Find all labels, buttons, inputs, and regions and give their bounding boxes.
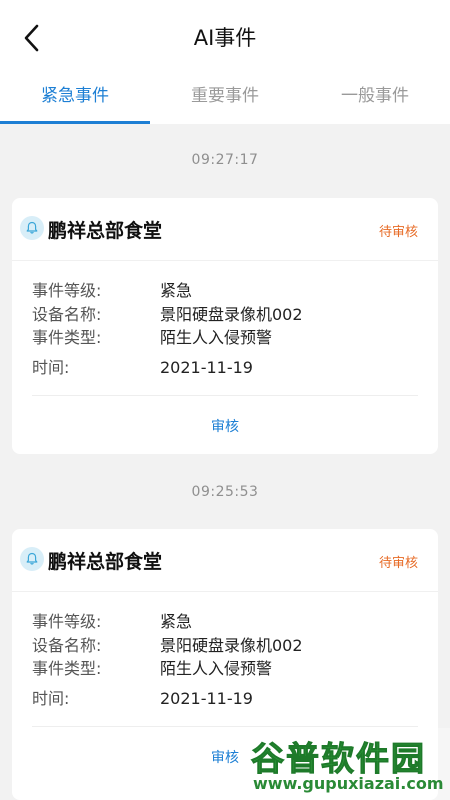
bell-icon — [20, 216, 44, 240]
event-time: 09:27:17 — [191, 152, 259, 168]
event-card: 鹏祥总部食堂 待审核 事件等级: 紧急 设备名称: 景阳硬盘录像机002 事件类… — [12, 198, 438, 454]
event-time: 09:25:53 — [191, 484, 259, 500]
field-label: 时间: — [32, 688, 70, 708]
card-header: 鹏祥总部食堂 待审核 — [12, 198, 438, 261]
review-button[interactable]: 审核 — [211, 416, 239, 436]
field-level: 事件等级: 紧急 — [32, 279, 418, 303]
card-footer: 审核 — [32, 395, 418, 455]
field-type: 事件类型: 陌生人入侵预警 — [32, 326, 418, 350]
field-value: 景阳硬盘录像机002 — [160, 304, 303, 324]
card-header: 鹏祥总部食堂 待审核 — [12, 529, 438, 592]
tab-general[interactable]: 一般事件 — [300, 70, 450, 124]
page-title: AI事件 — [193, 26, 257, 50]
status-badge: 待审核 — [378, 225, 418, 240]
field-value: 紧急 — [160, 612, 193, 631]
field-time: 时间: 2021-11-19 — [32, 687, 418, 711]
top-bar: AI事件 紧急事件 重要事件 一般事件 — [0, 0, 450, 124]
bell-icon — [20, 547, 44, 571]
location-name: 鹏祥总部食堂 — [48, 551, 163, 573]
watermark: 谷普软件园 www.gupuxiazai.com — [245, 728, 450, 800]
event-details: 事件等级: 紧急 设备名称: 景阳硬盘录像机002 事件类型: 陌生人入侵预警 … — [12, 261, 438, 379]
field-label: 设备名称: — [32, 304, 102, 324]
field-label: 事件类型: — [32, 659, 102, 678]
field-value: 2021-11-19 — [160, 688, 253, 708]
field-label: 设备名称: — [32, 635, 102, 655]
field-type: 事件类型: 陌生人入侵预警 — [32, 657, 418, 681]
field-time: 时间: 2021-11-19 — [32, 356, 418, 380]
field-value: 紧急 — [160, 281, 193, 300]
tab-urgent[interactable]: 紧急事件 — [0, 70, 150, 124]
field-value: 景阳硬盘录像机002 — [160, 635, 303, 655]
watermark-text: 谷普软件园 — [251, 739, 426, 779]
field-value: 陌生人入侵预警 — [160, 659, 273, 678]
field-device: 设备名称: 景阳硬盘录像机002 — [32, 303, 418, 327]
field-label: 事件等级: — [32, 281, 102, 300]
field-value: 陌生人入侵预警 — [160, 328, 273, 347]
field-label: 事件等级: — [32, 612, 102, 631]
tab-important[interactable]: 重要事件 — [150, 70, 300, 124]
field-value: 2021-11-19 — [160, 357, 253, 377]
field-label: 时间: — [32, 357, 70, 377]
field-label: 事件类型: — [32, 328, 102, 347]
status-badge: 待审核 — [378, 556, 418, 571]
field-level: 事件等级: 紧急 — [32, 610, 418, 634]
review-button[interactable]: 审核 — [211, 747, 239, 767]
watermark-url: www.gupuxiazai.com — [253, 774, 444, 793]
field-device: 设备名称: 景阳硬盘录像机002 — [32, 634, 418, 658]
event-details: 事件等级: 紧急 设备名称: 景阳硬盘录像机002 事件类型: 陌生人入侵预警 … — [12, 592, 438, 710]
tab-bar: 紧急事件 重要事件 一般事件 — [0, 70, 450, 124]
location-name: 鹏祥总部食堂 — [48, 220, 163, 242]
